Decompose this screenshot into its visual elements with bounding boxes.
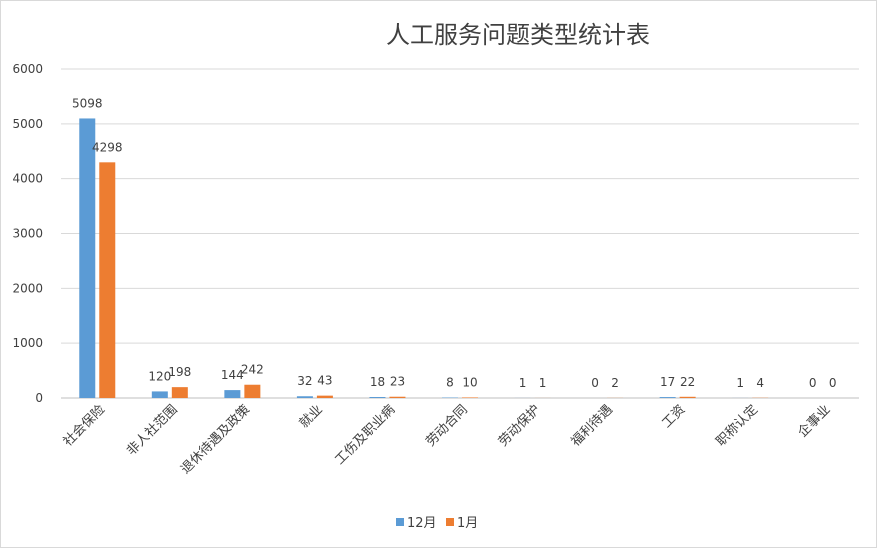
data-labels: 5098120144321881017104298198242432310122… [72,96,837,390]
y-tick-label: 0 [35,391,43,405]
legend-label: 12月 [407,516,437,531]
legend-label: 1月 [457,516,478,531]
x-tick-label: 就业 [297,402,326,431]
y-axis: 0 1000 2000 3000 4000 5000 6000 [12,62,43,405]
grid-lines [61,69,859,398]
x-tick-label: 劳动保护 [495,402,543,450]
data-label: 0 [809,376,817,390]
x-tick-label: 工伤及职业病 [333,402,399,468]
legend-swatch [396,518,404,526]
bars [79,118,768,398]
bar-series1 [79,118,95,398]
bar-series2 [317,396,333,398]
data-label: 43 [317,374,332,388]
y-tick-label: 2000 [12,281,43,295]
bar-series2 [172,387,188,398]
data-label: 0 [591,376,599,390]
x-tick-label: 企事业 [795,402,834,441]
legend-swatch [446,518,454,526]
x-tick-label: 社会保险 [60,402,108,450]
data-label: 18 [370,375,385,389]
data-label: 10 [462,375,477,389]
bar-chart: 人工服务问题类型统计表 0100020003000400050006000 50… [1,1,876,547]
data-label: 22 [680,375,695,389]
data-label: 0 [829,376,837,390]
x-tick-label: 福利待遇 [569,402,616,449]
x-tick-label: 劳动合同 [423,402,471,450]
bar-series2 [680,397,696,398]
data-label: 198 [168,365,191,379]
data-label: 1 [539,376,547,390]
y-tick-label: 4000 [12,172,43,186]
bar-series1 [152,391,168,398]
x-axis: 社会保险非人社范围退休待遇及政策 就业工伤及职业病劳动合同劳动保护福利待遇 工资职称… [60,402,834,478]
data-label: 242 [241,363,264,377]
x-tick-label: 职称认定 [714,402,761,449]
data-label: 4 [756,376,764,390]
data-label: 32 [297,374,312,388]
data-label: 1 [736,376,744,390]
data-label: 23 [390,375,405,389]
data-label: 4298 [92,140,123,154]
data-label: 1 [519,376,527,390]
bar-series2 [462,397,478,398]
y-tick-label: 6000 [12,62,43,76]
legend: 12月 1月 [396,516,478,531]
data-label: 8 [446,376,454,390]
chart-frame: 人工服务问题类型统计表 0100020003000400050006000 50… [0,0,877,548]
y-tick-label: 5000 [12,117,43,131]
bar-series1 [660,397,676,398]
x-tick-label: 退休待遇及政策 [178,402,254,478]
bar-series1 [369,397,385,398]
y-tick-label: 3000 [12,227,43,241]
bar-series1 [224,390,240,398]
bar-series2 [244,385,260,398]
chart-title: 人工服务问题类型统计表 [386,21,650,49]
x-tick-label: 工资 [659,402,688,431]
data-label: 2 [611,376,619,390]
data-label: 17 [660,375,675,389]
bar-series2 [389,397,405,398]
bar-series1 [297,396,313,398]
data-label: 5098 [72,96,103,110]
x-tick-label: 非人社范围 [123,402,180,459]
bar-series2 [99,162,115,398]
y-tick-label: 1000 [12,336,43,350]
